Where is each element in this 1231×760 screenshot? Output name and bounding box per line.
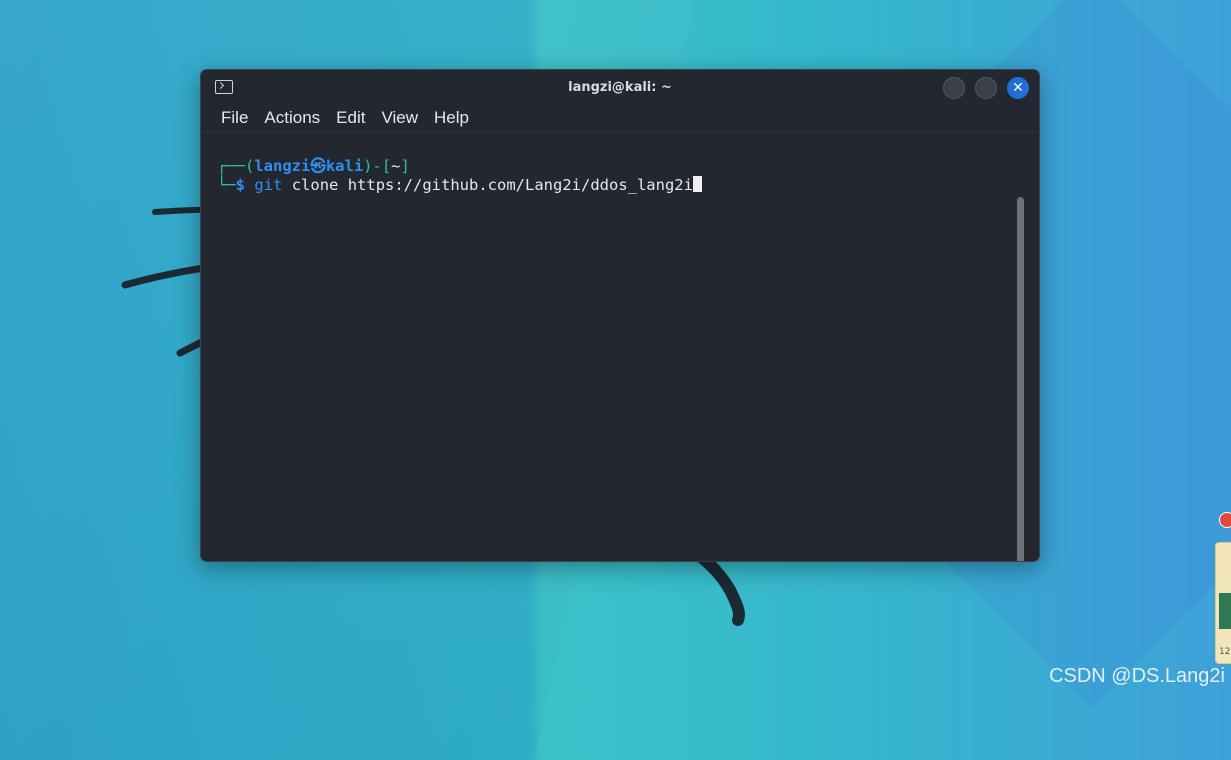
widget-image [1219, 593, 1231, 629]
minimize-button[interactable] [943, 77, 965, 99]
terminal-window[interactable]: langzi@kali: ~ ✕ File Actions Edit View … [200, 69, 1040, 562]
prompt-dir: ~ [391, 157, 401, 175]
prompt-user: langzi [254, 157, 311, 175]
title-bar[interactable]: langzi@kali: ~ ✕ [201, 70, 1039, 104]
menu-bar: File Actions Edit View Help [201, 104, 1039, 132]
widget-card: 12 [1215, 542, 1231, 664]
menu-view[interactable]: View [373, 108, 426, 128]
window-controls: ✕ [943, 77, 1029, 99]
scrollbar[interactable] [1017, 197, 1024, 561]
prompt-line-2: └─$ git clone https://github.com/Lang2i/… [217, 176, 702, 194]
command-name: git [254, 176, 283, 194]
widget-avatar-icon [1219, 512, 1231, 528]
desktop-widget[interactable]: 12 [1215, 512, 1231, 664]
close-icon: ✕ [1012, 80, 1024, 96]
menu-actions[interactable]: Actions [256, 108, 328, 128]
command-args: clone https://github.com/Lang2i/ddos_lan… [291, 176, 693, 194]
terminal-output[interactable]: ┌──(langzi㉿kali)-[~] └─$ git clone https… [201, 133, 1039, 561]
prompt-line-1: ┌──(langzi㉿kali)-[~] [217, 157, 410, 175]
maximize-button[interactable] [975, 77, 997, 99]
prompt-at: ㉿ [310, 157, 326, 175]
menu-edit[interactable]: Edit [328, 108, 373, 128]
window-title: langzi@kali: ~ [568, 79, 672, 95]
watermark: CSDN @DS.Lang2i [1049, 665, 1225, 687]
prompt-symbol: $ [235, 176, 246, 194]
prompt-host: kali [325, 157, 364, 175]
menu-help[interactable]: Help [426, 108, 477, 128]
widget-number: 12 [1219, 647, 1231, 657]
terminal-icon [215, 80, 233, 94]
menu-file[interactable]: File [213, 108, 256, 128]
close-button[interactable]: ✕ [1007, 77, 1029, 99]
terminal-text: ┌──(langzi㉿kali)-[~] └─$ git clone https… [217, 157, 702, 195]
text-cursor [692, 176, 702, 192]
